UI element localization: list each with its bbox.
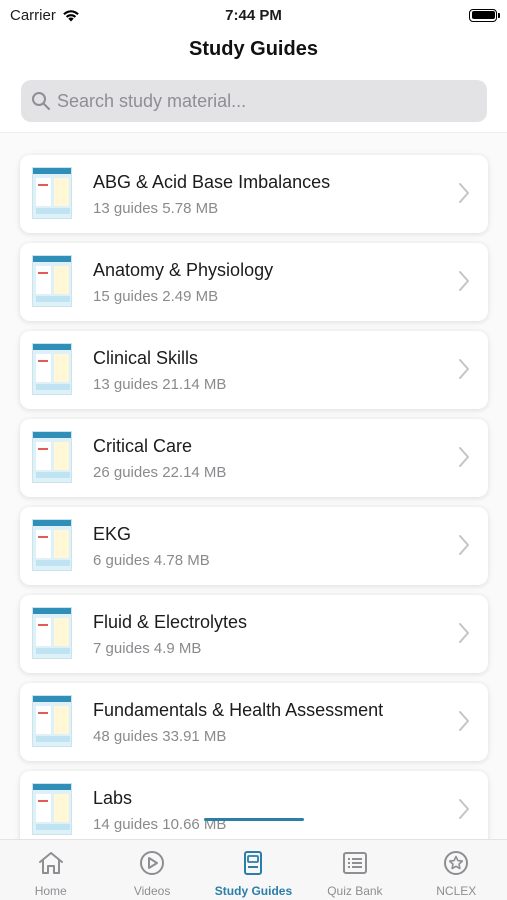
search-icon xyxy=(32,92,50,110)
tab-label: Study Guides xyxy=(214,884,293,898)
page-title: Study Guides xyxy=(189,38,318,60)
category-title: ABG & Acid Base Imbalances xyxy=(93,172,331,192)
category-title: EKG xyxy=(93,524,132,544)
scroll-indicator xyxy=(204,818,304,821)
chevron-right-icon xyxy=(459,271,469,291)
category-subtitle: 7 guides 4.9 MB xyxy=(93,640,202,657)
category-card[interactable]: Fundamentals & Health Assessment 48 guid… xyxy=(20,683,488,761)
chevron-right-icon xyxy=(459,183,469,203)
status-bar: Carrier 7:44 PM xyxy=(0,0,507,30)
tab-nclex[interactable]: NCLEX xyxy=(406,840,507,900)
guide-thumbnail xyxy=(32,607,72,659)
star-badge-icon xyxy=(444,851,469,875)
category-subtitle: 6 guides 4.78 MB xyxy=(93,552,210,569)
guide-thumbnail xyxy=(32,255,72,307)
tab-videos[interactable]: Videos xyxy=(101,840,202,900)
status-left: Carrier xyxy=(10,7,80,24)
category-list[interactable]: ABG & Acid Base Imbalances 13 guides 5.7… xyxy=(0,133,507,839)
category-subtitle: 13 guides 5.78 MB xyxy=(93,200,219,217)
category-card[interactable]: Critical Care 26 guides 22.14 MB xyxy=(20,419,488,497)
tab-label: NCLEX xyxy=(436,884,477,898)
status-time: 7:44 PM xyxy=(225,6,282,24)
home-icon xyxy=(38,852,63,874)
wifi-icon xyxy=(63,9,79,21)
category-card[interactable]: Anatomy & Physiology 15 guides 2.49 MB xyxy=(20,243,488,321)
category-card[interactable]: Fluid & Electrolytes 7 guides 4.9 MB xyxy=(20,595,488,673)
category-subtitle: 26 guides 22.14 MB xyxy=(93,464,227,481)
tab-home[interactable]: Home xyxy=(0,840,101,900)
category-card[interactable]: Clinical Skills 13 guides 21.14 MB xyxy=(20,331,488,409)
carrier-label: Carrier xyxy=(10,6,56,24)
category-subtitle: 15 guides 2.49 MB xyxy=(93,288,219,305)
chevron-right-icon xyxy=(459,623,469,643)
category-subtitle: 48 guides 33.91 MB xyxy=(93,728,227,745)
guide-thumbnail xyxy=(32,783,72,835)
category-title: Fluid & Electrolytes xyxy=(93,612,248,632)
guide-thumbnail xyxy=(32,519,72,571)
chevron-right-icon xyxy=(459,535,469,555)
category-title: Anatomy & Physiology xyxy=(93,260,274,280)
study-guide-icon xyxy=(244,851,263,875)
chevron-right-icon xyxy=(459,359,469,379)
category-subtitle: 13 guides 21.14 MB xyxy=(93,376,227,393)
category-card[interactable]: Labs 14 guides 10.66 MB xyxy=(20,771,488,839)
guide-thumbnail xyxy=(32,695,72,747)
tab-label: Home xyxy=(34,884,67,898)
tab-study-guides[interactable]: Study Guides xyxy=(203,840,304,900)
chevron-right-icon xyxy=(459,711,469,731)
category-card[interactable]: EKG 6 guides 4.78 MB xyxy=(20,507,488,585)
play-icon xyxy=(140,851,165,875)
search-input[interactable] xyxy=(57,90,457,112)
chevron-right-icon xyxy=(459,799,469,819)
category-title: Critical Care xyxy=(93,436,193,456)
guide-thumbnail xyxy=(32,343,72,395)
tab-quiz-bank[interactable]: Quiz Bank xyxy=(304,840,405,900)
guide-thumbnail xyxy=(32,431,72,483)
list-icon xyxy=(342,852,367,874)
guide-thumbnail xyxy=(32,167,72,219)
tab-label: Videos xyxy=(133,884,171,898)
tab-label: Quiz Bank xyxy=(327,884,383,898)
category-title: Labs xyxy=(93,788,133,808)
category-title: Fundamentals & Health Assessment xyxy=(93,700,384,720)
category-title: Clinical Skills xyxy=(93,348,199,368)
battery-icon xyxy=(469,8,500,22)
tab-bar: Home Videos Study Guides Quiz Bank NCLEX xyxy=(0,839,507,900)
search-bar[interactable] xyxy=(21,80,487,122)
category-card[interactable]: ABG & Acid Base Imbalances 13 guides 5.7… xyxy=(20,155,488,233)
chevron-right-icon xyxy=(459,447,469,467)
